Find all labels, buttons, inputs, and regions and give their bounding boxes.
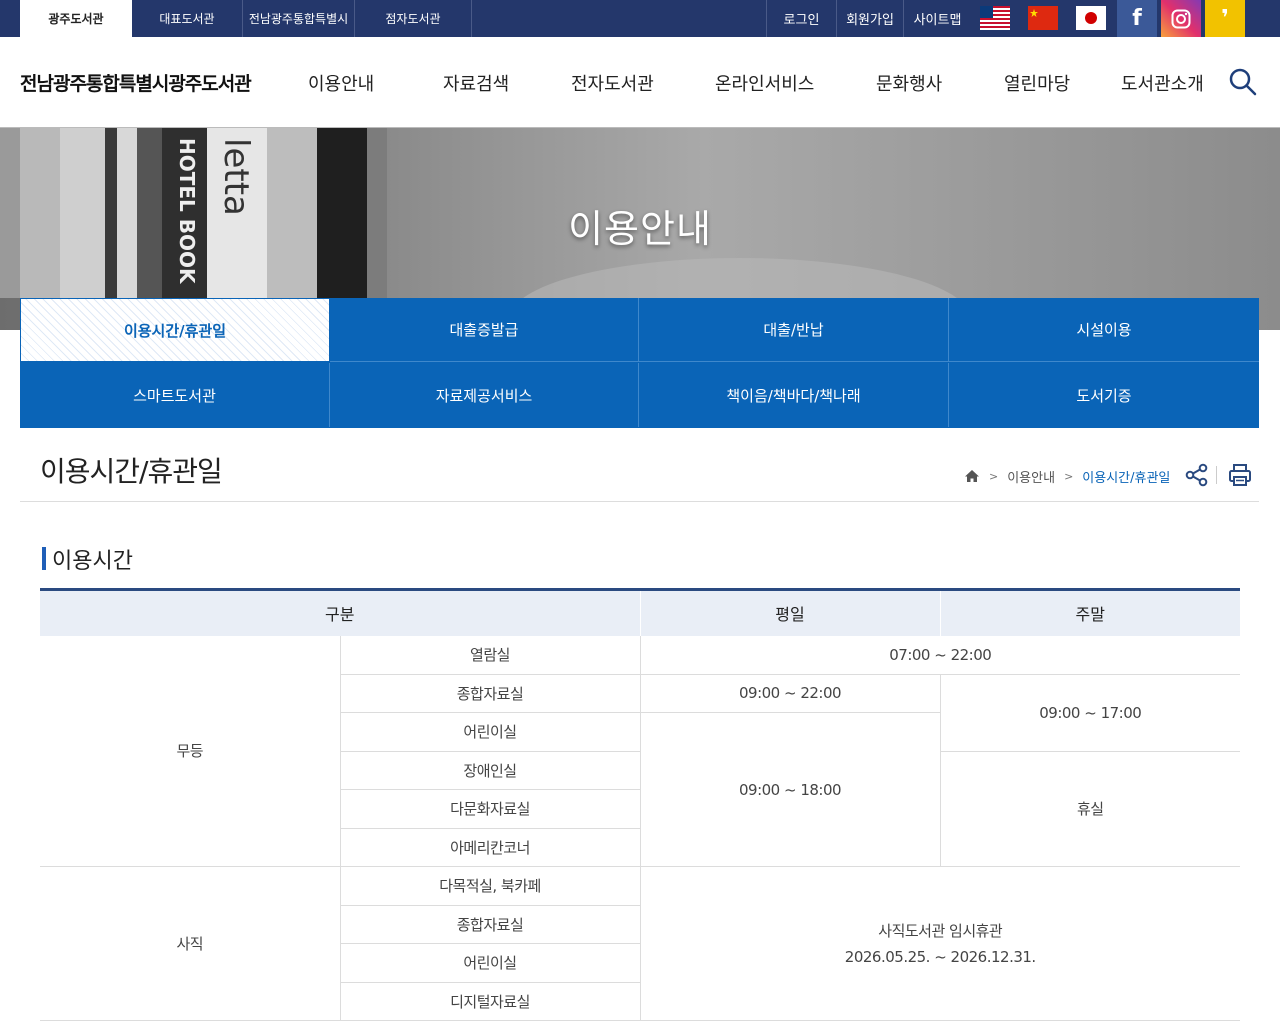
room-name: 다목적실, 북카페 [339,866,641,906]
weekend-closed: 휴실 [939,751,1241,867]
breadcrumb: > 이용안내 > 이용시간/휴관일 [964,467,1170,486]
room-name: 디지털자료실 [339,982,641,1021]
home-icon[interactable] [964,469,980,483]
nav-online-services[interactable]: 온라인서비스 [715,70,814,96]
reading-room-hours: 07:00 ~ 22:00 [639,635,1241,675]
closure-notice-period: 2026.05.25. ~ 2026.12.31. [844,947,1036,966]
room-name: 어린이실 [339,712,641,752]
room-name: 종합자료실 [339,905,641,944]
sitemap-link[interactable]: 사이트맵 [903,0,971,37]
room-name: 어린이실 [339,943,641,983]
nav-e-library[interactable]: 전자도서관 [571,70,654,96]
room-name: 장애인실 [339,751,641,790]
closure-notice-title: 사직도서관 임시휴관 [878,921,1003,940]
breadcrumb-current[interactable]: 이용시간/휴관일 [1082,467,1170,486]
table-row: 무등 열람실 07:00 ~ 22:00 [40,635,1241,867]
japan-flag-icon[interactable] [1076,6,1106,30]
room-name: 종합자료실 [339,674,641,713]
submenu-smart-library[interactable]: 스마트도서관 [20,363,330,427]
library-tab-gwangju[interactable]: 광주도서관 [20,0,132,37]
site-logo[interactable]: 전남광주통합특별시광주도서관 [20,69,252,96]
search-icon[interactable] [1228,67,1258,97]
submenu-material-service[interactable]: 자료제공서비스 [330,363,639,427]
table-row: 사직 다목적실, 북카페 사직도서관 임시휴관 2026.05.25. ~ 20… [40,866,1241,1021]
china-flag-icon[interactable] [1028,6,1058,30]
branch-sajik: 사직 [40,866,340,1021]
share-icon[interactable] [1184,462,1210,488]
nav-cultural-events[interactable]: 문화행사 [876,70,942,96]
submenu-facilities[interactable]: 시설이용 [949,298,1259,362]
nav-usage-guide[interactable]: 이용안내 [308,70,374,96]
breadcrumb-separator: > [989,469,999,483]
room-name: 다문화자료실 [339,789,641,829]
library-tab-main[interactable]: 대표도서관 [132,0,243,37]
sub-menu: 이용시간/휴관일 대출증발급 대출/반납 시설이용 스마트도서관 자료제공서비스… [20,298,1259,428]
branch-mudeung: 무등 [40,635,340,867]
breadcrumb-separator: > [1064,469,1074,483]
weekend-hours: 09:00 ~ 17:00 [939,674,1241,752]
instagram-icon[interactable] [1161,0,1201,37]
tool-divider [1216,466,1217,484]
banner-title: 이용안내 [568,207,712,251]
page-title: 이용시간/휴관일 [40,455,223,488]
print-icon[interactable] [1227,462,1253,488]
sajik-closure-notice: 사직도서관 임시휴관 2026.05.25. ~ 2026.12.31. [639,866,1241,1021]
library-tab-special-city[interactable]: 전남광주통합특별시 [243,0,355,37]
opening-hours-table: 구분 평일 주말 무등 열람실 07:00 ~ 22:00 종합자료실 09:0… [40,588,1241,1021]
nav-search-materials[interactable]: 자료검색 [443,70,509,96]
title-divider [20,501,1259,502]
room-name: 아메리칸코너 [339,828,641,867]
general-room-weekday-hours: 09:00 ~ 22:00 [639,674,941,713]
submenu-hours-closing[interactable]: 이용시간/휴관일 [20,298,330,362]
submenu-book-networks[interactable]: 책이음/책바다/책나래 [639,363,949,427]
header-category: 구분 [40,588,641,636]
submenu-card-issue[interactable]: 대출증발급 [330,298,639,362]
signup-link[interactable]: 회원가입 [836,0,903,37]
section-accent-bar [42,547,46,570]
library-tab-braille[interactable]: 점자도서관 [355,0,472,37]
header-weekend: 주말 [939,588,1241,636]
top-utility-bar: 광주도서관 대표도서관 전남광주통합특별시 점자도서관 로그인 회원가입 사이트… [0,0,1280,37]
other-rooms-weekday-hours: 09:00 ~ 18:00 [639,712,941,867]
nav-open-forum[interactable]: 열린마당 [1004,70,1070,96]
login-link[interactable]: 로그인 [766,0,836,37]
header-weekday: 평일 [639,588,941,636]
submenu-loan-return[interactable]: 대출/반납 [639,298,949,362]
us-flag-icon[interactable] [980,6,1010,30]
kakao-story-icon[interactable]: ❜ [1205,0,1245,37]
section-title: 이용시간 [52,549,133,574]
nav-library-intro[interactable]: 도서관소개 [1121,70,1204,96]
breadcrumb-usage-guide[interactable]: 이용안내 [1007,467,1055,486]
submenu-book-donation[interactable]: 도서기증 [949,363,1259,427]
facebook-icon[interactable]: f [1117,0,1157,37]
room-name: 열람실 [339,635,641,675]
table-header-row: 구분 평일 주말 [40,588,1241,636]
site-header: 전남광주통합특별시광주도서관 이용안내 자료검색 전자도서관 온라인서비스 문화… [0,37,1280,128]
